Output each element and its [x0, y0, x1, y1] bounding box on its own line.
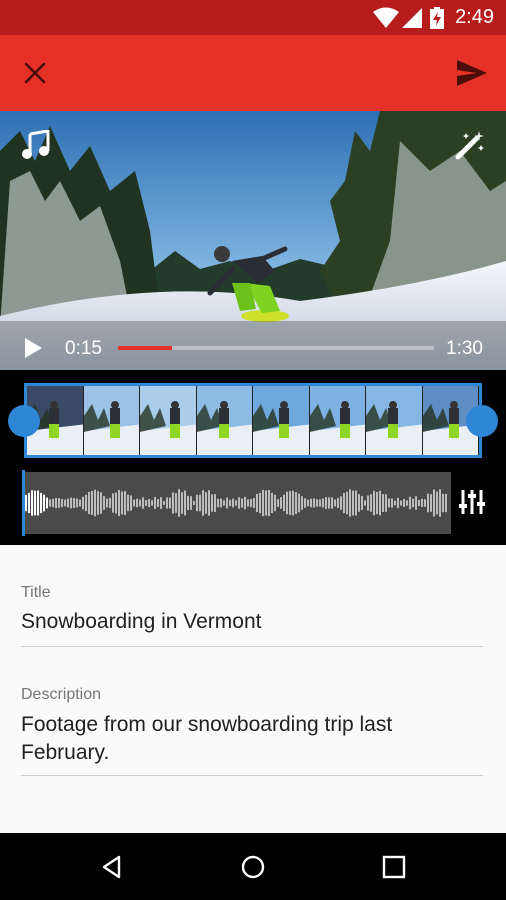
description-input[interactable]: Footage from our snowboarding trip last …	[21, 711, 401, 767]
play-icon	[25, 338, 42, 358]
recents-square-icon	[382, 855, 406, 879]
home-button[interactable]	[229, 843, 277, 891]
clip-thumbnail[interactable]	[309, 386, 366, 455]
equalizer-icon	[459, 490, 485, 514]
waveform-graphic	[25, 489, 447, 517]
send-button[interactable]	[448, 49, 496, 97]
video-progress-fill	[118, 346, 172, 350]
title-underline	[21, 646, 483, 647]
send-icon	[457, 60, 487, 86]
audio-mixer-button[interactable]	[458, 488, 486, 516]
clip-thumbnail[interactable]	[366, 386, 423, 455]
home-circle-icon	[241, 855, 265, 879]
trim-start-handle[interactable]	[8, 405, 40, 437]
video-frame-image	[0, 111, 506, 370]
clip-thumbnail[interactable]	[140, 386, 197, 455]
close-icon	[24, 62, 46, 84]
back-triangle-icon	[102, 855, 121, 879]
description-label: Description	[21, 686, 102, 703]
wifi-icon	[373, 7, 399, 28]
magic-wand-icon	[455, 131, 484, 160]
video-preview[interactable]	[0, 111, 506, 370]
thumbnail-image	[83, 386, 140, 455]
app-bar	[0, 35, 506, 111]
status-bar: 2:49	[0, 0, 506, 35]
clip-filmstrip[interactable]	[24, 383, 482, 458]
title-label: Title	[21, 584, 51, 601]
video-progress-bar[interactable]	[118, 346, 434, 350]
effects-button[interactable]	[446, 121, 494, 169]
navigation-bar	[0, 833, 506, 900]
thumbnail-image	[140, 386, 196, 455]
clip-thumbnail[interactable]	[83, 386, 140, 455]
current-time: 0:15	[65, 338, 102, 359]
trim-end-handle[interactable]	[466, 405, 498, 437]
battery-charging-icon	[430, 7, 444, 29]
total-duration: 1:30	[446, 338, 483, 359]
metadata-form: Title Snowboarding in Vermont Descriptio…	[0, 545, 506, 833]
signal-icon	[402, 8, 422, 28]
play-button[interactable]	[22, 337, 44, 364]
audio-waveform[interactable]	[22, 472, 451, 534]
music-button[interactable]	[12, 121, 60, 169]
thumbnail-image	[366, 386, 422, 455]
thumbnail-image	[309, 386, 366, 455]
status-time: 2:49	[455, 6, 494, 28]
recents-button[interactable]	[370, 843, 418, 891]
close-button[interactable]	[11, 49, 59, 97]
waveform-playhead[interactable]	[22, 470, 25, 536]
back-button[interactable]	[88, 843, 136, 891]
music-note-icon	[22, 130, 50, 159]
title-input[interactable]: Snowboarding in Vermont	[21, 608, 481, 636]
thumbnail-image	[253, 386, 309, 455]
thumbnail-image	[196, 386, 253, 455]
description-underline	[21, 775, 483, 776]
clip-thumbnail[interactable]	[253, 386, 310, 455]
clip-thumbnail[interactable]	[196, 386, 253, 455]
timeline-editor	[0, 370, 506, 545]
